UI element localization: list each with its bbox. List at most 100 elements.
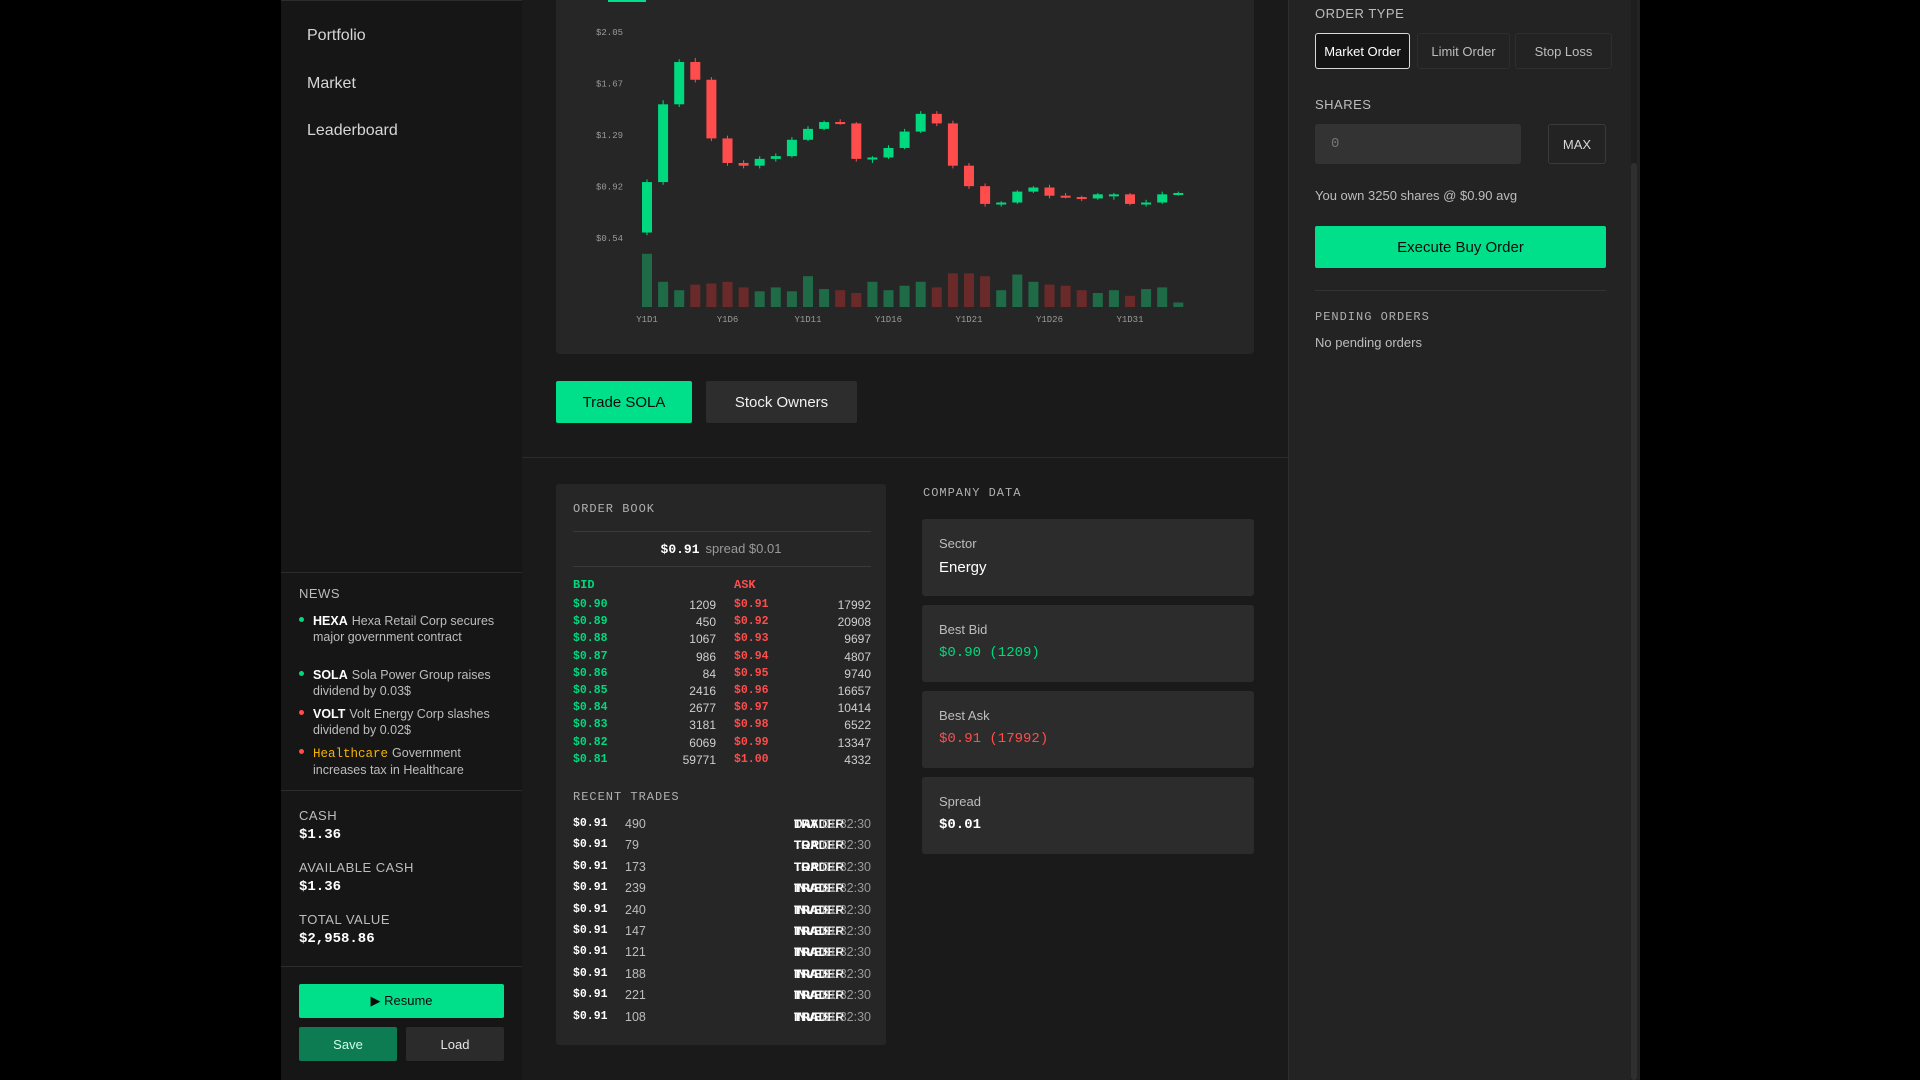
trade-time: 01:32:30	[822, 817, 871, 831]
candle-body	[1028, 187, 1039, 192]
bid-quantity: 986	[695, 649, 716, 664]
ask-price: $0.99	[734, 735, 769, 749]
order-book-row: $0.83 3181 $0.98 6522	[556, 718, 886, 735]
candle-body	[899, 131, 910, 148]
ask-quantity: 16657	[837, 684, 871, 698]
bid-quantity: 6069	[689, 735, 716, 750]
volume-bar	[851, 293, 862, 307]
scrollbar-thumb[interactable]	[1631, 163, 1637, 1080]
trade-quantity: 188	[625, 966, 646, 981]
trade-time: 01:32:30	[822, 1009, 871, 1024]
order-book-row: $0.87 986 $0.94 4807	[556, 650, 886, 667]
volume-bar	[1157, 287, 1168, 307]
ask-price: $0.91	[734, 598, 769, 611]
bid-price: $0.82	[573, 735, 608, 749]
trade-row: $0.91 121 INVES → TRADER 01:32:30	[556, 945, 886, 963]
sidebar-item-leaderboard[interactable]: Leaderboard	[307, 122, 398, 140]
trade-quantity: 173	[625, 859, 646, 874]
resume-button[interactable]: ▶ Resume	[299, 984, 504, 1018]
news-dot	[299, 749, 304, 754]
order-book-title: ORDER BOOK	[573, 502, 656, 516]
trade-time: 01:32:30	[822, 988, 871, 1003]
cash-label: CASH	[299, 808, 338, 823]
trade-quantity: 239	[625, 881, 646, 896]
ask-quantity: 6522	[844, 718, 871, 733]
trade-time: 01:32:30	[822, 924, 871, 938]
ask-quantity: 10414	[837, 701, 871, 716]
candle-body	[915, 113, 926, 132]
volume-bar	[1092, 293, 1103, 307]
candle-body	[931, 113, 942, 124]
volume-bar	[835, 290, 846, 307]
max-button[interactable]: MAX	[1548, 124, 1606, 164]
bid-price: $0.87	[573, 649, 608, 663]
spread-card: Spread $0.01	[922, 777, 1254, 854]
trade-quantity: 240	[625, 902, 646, 917]
trade-quantity: 121	[625, 945, 646, 960]
x-tick-label: Y1D11	[794, 315, 821, 325]
candle-body	[722, 138, 733, 163]
best-bid-value: $0.90 (1209)	[939, 645, 1040, 661]
main-content: $2.05 $1.67 $1.29 $0.92 $0.54 Y1D1 Y1D6 Y1D11 Y1…	[522, 0, 1288, 1080]
bid-quantity: 3181	[689, 718, 716, 733]
volume-bar	[1060, 285, 1071, 307]
trade-price: $0.91	[573, 945, 608, 959]
ask-price: $0.92	[734, 615, 769, 629]
news-ticker: HEXA	[313, 614, 348, 628]
best-ask-value: $0.91 (17992)	[939, 731, 1049, 747]
volume-bar	[996, 290, 1007, 307]
trade-row: $0.91 239 INVES → TRADER 01:32:30	[556, 881, 886, 899]
y-tick-label: $2.05	[596, 28, 623, 38]
news-title: NEWS	[299, 586, 340, 601]
trade-row: $0.91 79 TOR → TRADER 01:32:30	[556, 838, 886, 856]
order-book-row: $0.86 84 $0.95 9740	[556, 667, 886, 684]
trade-time: 01:32:30	[822, 838, 871, 853]
pending-orders-title: PENDING ORDERS	[1315, 310, 1430, 324]
volume-bar	[1125, 295, 1135, 307]
candle-body	[1108, 194, 1119, 197]
sector-label: Sector	[939, 536, 977, 551]
shares-input[interactable]	[1315, 124, 1521, 164]
bid-price: $0.81	[573, 752, 608, 766]
x-tick-label: Y1D21	[955, 315, 982, 325]
sector-card: Sector Energy	[922, 519, 1254, 596]
order-type-label: ORDER TYPE	[1315, 6, 1405, 21]
trade-row: $0.91 240 INVES → TRADER 01:32:30	[556, 903, 886, 921]
main-divider	[522, 457, 1288, 458]
candle-body	[947, 123, 958, 166]
stop-loss-button[interactable]: Stop Loss	[1515, 33, 1612, 69]
tab-trade[interactable]: Trade SOLA	[556, 381, 692, 423]
save-button[interactable]: Save	[299, 1027, 397, 1061]
volume-bar	[786, 291, 797, 307]
market-order-button[interactable]: Market Order	[1315, 33, 1410, 69]
limit-order-button[interactable]: Limit Order	[1417, 33, 1510, 69]
trade-price: $0.91	[573, 924, 608, 937]
recent-trades-title: RECENT TRADES	[573, 790, 680, 804]
trade-time: 01:32:30	[822, 902, 871, 917]
candle-body	[1060, 195, 1071, 198]
volume-bar	[1076, 290, 1087, 307]
volume-bar	[883, 290, 894, 307]
sidebar-item-market[interactable]: Market	[307, 75, 356, 93]
candle-body	[964, 165, 974, 187]
order-book-row: $0.90 1209 $0.91 17992	[556, 598, 886, 615]
x-tick-label: Y1D26	[1036, 315, 1063, 325]
bid-quantity: 2677	[689, 701, 716, 716]
order-book-divider	[573, 531, 871, 532]
volume-bar	[1173, 302, 1184, 307]
trade-time: 01:32:30	[822, 945, 871, 960]
bid-quantity: 1209	[689, 598, 716, 612]
candle-body	[851, 123, 862, 159]
load-button[interactable]: Load	[406, 1027, 504, 1061]
candle-body	[1012, 191, 1023, 203]
execute-buy-order-button[interactable]: Execute Buy Order	[1315, 226, 1606, 268]
trade-quantity: 490	[625, 817, 646, 831]
volume-bar	[803, 276, 813, 307]
sidebar-item-portfolio[interactable]: Portfolio	[307, 27, 366, 45]
trade-quantity: 79	[625, 838, 639, 853]
order-book-row: $0.89 450 $0.92 20908	[556, 615, 886, 632]
ask-quantity: 9740	[844, 666, 871, 681]
candle-body	[1092, 194, 1103, 199]
trade-price: $0.91	[573, 817, 608, 830]
tab-stock-owners[interactable]: Stock Owners	[706, 381, 857, 423]
